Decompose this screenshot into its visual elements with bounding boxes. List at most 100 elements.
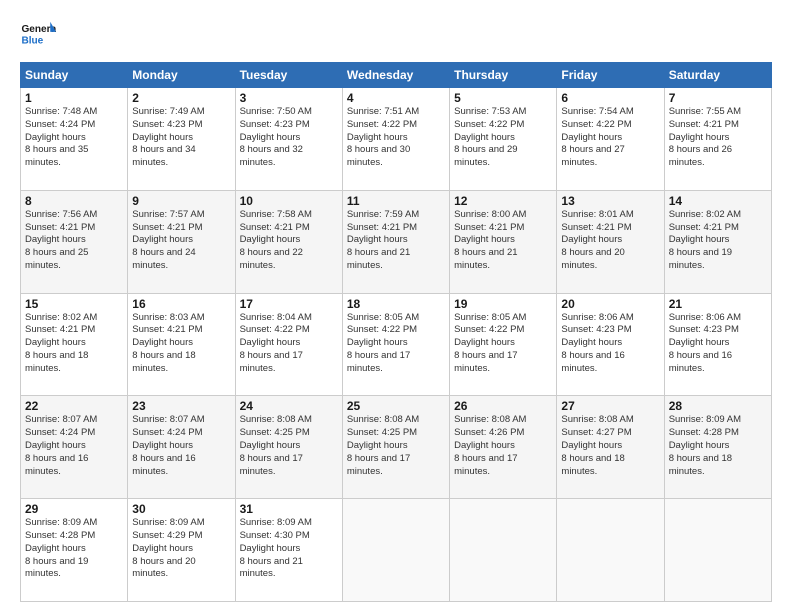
day-number: 16	[132, 297, 230, 311]
calendar-cell	[450, 499, 557, 602]
calendar-table: SundayMondayTuesdayWednesdayThursdayFrid…	[20, 62, 772, 602]
day-info: Sunrise: 8:05 AMSunset: 4:22 PMDaylight …	[454, 312, 552, 376]
day-info: Sunrise: 8:08 AMSunset: 4:26 PMDaylight …	[454, 414, 552, 478]
weekday-header-row: SundayMondayTuesdayWednesdayThursdayFrid…	[21, 63, 772, 88]
calendar-week-2: 8Sunrise: 7:56 AMSunset: 4:21 PMDaylight…	[21, 190, 772, 293]
calendar-cell: 20Sunrise: 8:06 AMSunset: 4:23 PMDayligh…	[557, 293, 664, 396]
calendar-cell: 13Sunrise: 8:01 AMSunset: 4:21 PMDayligh…	[557, 190, 664, 293]
day-info: Sunrise: 7:51 AMSunset: 4:22 PMDaylight …	[347, 106, 445, 170]
day-number: 8	[25, 194, 123, 208]
day-number: 12	[454, 194, 552, 208]
day-info: Sunrise: 7:49 AMSunset: 4:23 PMDaylight …	[132, 106, 230, 170]
day-number: 20	[561, 297, 659, 311]
weekday-header-thursday: Thursday	[450, 63, 557, 88]
day-number: 28	[669, 399, 767, 413]
day-number: 9	[132, 194, 230, 208]
calendar-cell: 7Sunrise: 7:55 AMSunset: 4:21 PMDaylight…	[664, 88, 771, 191]
calendar-week-5: 29Sunrise: 8:09 AMSunset: 4:28 PMDayligh…	[21, 499, 772, 602]
day-info: Sunrise: 8:09 AMSunset: 4:30 PMDaylight …	[240, 517, 338, 581]
day-info: Sunrise: 7:56 AMSunset: 4:21 PMDaylight …	[25, 209, 123, 273]
weekday-header-saturday: Saturday	[664, 63, 771, 88]
day-number: 1	[25, 91, 123, 105]
calendar-week-4: 22Sunrise: 8:07 AMSunset: 4:24 PMDayligh…	[21, 396, 772, 499]
day-number: 5	[454, 91, 552, 105]
logo: General Blue	[20, 16, 56, 52]
day-number: 25	[347, 399, 445, 413]
weekday-header-sunday: Sunday	[21, 63, 128, 88]
calendar-cell: 26Sunrise: 8:08 AMSunset: 4:26 PMDayligh…	[450, 396, 557, 499]
calendar-cell: 30Sunrise: 8:09 AMSunset: 4:29 PMDayligh…	[128, 499, 235, 602]
calendar-cell: 28Sunrise: 8:09 AMSunset: 4:28 PMDayligh…	[664, 396, 771, 499]
svg-text:Blue: Blue	[21, 35, 43, 46]
calendar-cell: 22Sunrise: 8:07 AMSunset: 4:24 PMDayligh…	[21, 396, 128, 499]
logo-icon: General Blue	[20, 16, 56, 52]
day-info: Sunrise: 7:59 AMSunset: 4:21 PMDaylight …	[347, 209, 445, 273]
day-number: 29	[25, 502, 123, 516]
calendar-cell: 29Sunrise: 8:09 AMSunset: 4:28 PMDayligh…	[21, 499, 128, 602]
day-number: 27	[561, 399, 659, 413]
day-number: 26	[454, 399, 552, 413]
day-number: 19	[454, 297, 552, 311]
day-info: Sunrise: 8:08 AMSunset: 4:25 PMDaylight …	[347, 414, 445, 478]
day-number: 10	[240, 194, 338, 208]
day-number: 21	[669, 297, 767, 311]
day-number: 23	[132, 399, 230, 413]
calendar-cell: 18Sunrise: 8:05 AMSunset: 4:22 PMDayligh…	[342, 293, 449, 396]
calendar-cell: 19Sunrise: 8:05 AMSunset: 4:22 PMDayligh…	[450, 293, 557, 396]
calendar-cell: 27Sunrise: 8:08 AMSunset: 4:27 PMDayligh…	[557, 396, 664, 499]
weekday-header-tuesday: Tuesday	[235, 63, 342, 88]
day-info: Sunrise: 7:50 AMSunset: 4:23 PMDaylight …	[240, 106, 338, 170]
day-info: Sunrise: 8:03 AMSunset: 4:21 PMDaylight …	[132, 312, 230, 376]
day-info: Sunrise: 8:07 AMSunset: 4:24 PMDaylight …	[132, 414, 230, 478]
calendar-cell: 25Sunrise: 8:08 AMSunset: 4:25 PMDayligh…	[342, 396, 449, 499]
calendar-cell: 9Sunrise: 7:57 AMSunset: 4:21 PMDaylight…	[128, 190, 235, 293]
calendar-cell: 31Sunrise: 8:09 AMSunset: 4:30 PMDayligh…	[235, 499, 342, 602]
day-number: 11	[347, 194, 445, 208]
calendar-cell: 11Sunrise: 7:59 AMSunset: 4:21 PMDayligh…	[342, 190, 449, 293]
day-info: Sunrise: 8:02 AMSunset: 4:21 PMDaylight …	[669, 209, 767, 273]
day-number: 14	[669, 194, 767, 208]
calendar-cell: 12Sunrise: 8:00 AMSunset: 4:21 PMDayligh…	[450, 190, 557, 293]
calendar-cell: 21Sunrise: 8:06 AMSunset: 4:23 PMDayligh…	[664, 293, 771, 396]
calendar-cell: 10Sunrise: 7:58 AMSunset: 4:21 PMDayligh…	[235, 190, 342, 293]
day-number: 24	[240, 399, 338, 413]
day-info: Sunrise: 8:07 AMSunset: 4:24 PMDaylight …	[25, 414, 123, 478]
day-info: Sunrise: 7:55 AMSunset: 4:21 PMDaylight …	[669, 106, 767, 170]
day-number: 15	[25, 297, 123, 311]
calendar-cell: 15Sunrise: 8:02 AMSunset: 4:21 PMDayligh…	[21, 293, 128, 396]
day-info: Sunrise: 7:48 AMSunset: 4:24 PMDaylight …	[25, 106, 123, 170]
calendar-cell: 1Sunrise: 7:48 AMSunset: 4:24 PMDaylight…	[21, 88, 128, 191]
calendar-cell: 3Sunrise: 7:50 AMSunset: 4:23 PMDaylight…	[235, 88, 342, 191]
weekday-header-friday: Friday	[557, 63, 664, 88]
day-info: Sunrise: 8:04 AMSunset: 4:22 PMDaylight …	[240, 312, 338, 376]
day-number: 17	[240, 297, 338, 311]
calendar-cell: 4Sunrise: 7:51 AMSunset: 4:22 PMDaylight…	[342, 88, 449, 191]
day-number: 13	[561, 194, 659, 208]
day-number: 2	[132, 91, 230, 105]
day-info: Sunrise: 8:06 AMSunset: 4:23 PMDaylight …	[669, 312, 767, 376]
calendar-cell	[342, 499, 449, 602]
page: General Blue SundayMondayTuesdayWednesda…	[0, 0, 792, 612]
calendar-cell: 8Sunrise: 7:56 AMSunset: 4:21 PMDaylight…	[21, 190, 128, 293]
day-info: Sunrise: 8:01 AMSunset: 4:21 PMDaylight …	[561, 209, 659, 273]
calendar-week-1: 1Sunrise: 7:48 AMSunset: 4:24 PMDaylight…	[21, 88, 772, 191]
day-number: 31	[240, 502, 338, 516]
calendar-cell: 24Sunrise: 8:08 AMSunset: 4:25 PMDayligh…	[235, 396, 342, 499]
calendar-cell	[664, 499, 771, 602]
day-info: Sunrise: 8:00 AMSunset: 4:21 PMDaylight …	[454, 209, 552, 273]
calendar-cell: 2Sunrise: 7:49 AMSunset: 4:23 PMDaylight…	[128, 88, 235, 191]
day-number: 30	[132, 502, 230, 516]
day-info: Sunrise: 7:53 AMSunset: 4:22 PMDaylight …	[454, 106, 552, 170]
calendar-cell: 17Sunrise: 8:04 AMSunset: 4:22 PMDayligh…	[235, 293, 342, 396]
day-number: 6	[561, 91, 659, 105]
day-info: Sunrise: 8:09 AMSunset: 4:28 PMDaylight …	[669, 414, 767, 478]
calendar-cell: 5Sunrise: 7:53 AMSunset: 4:22 PMDaylight…	[450, 88, 557, 191]
day-info: Sunrise: 8:09 AMSunset: 4:29 PMDaylight …	[132, 517, 230, 581]
day-number: 22	[25, 399, 123, 413]
calendar-cell: 16Sunrise: 8:03 AMSunset: 4:21 PMDayligh…	[128, 293, 235, 396]
calendar-cell: 14Sunrise: 8:02 AMSunset: 4:21 PMDayligh…	[664, 190, 771, 293]
day-info: Sunrise: 7:54 AMSunset: 4:22 PMDaylight …	[561, 106, 659, 170]
calendar-week-3: 15Sunrise: 8:02 AMSunset: 4:21 PMDayligh…	[21, 293, 772, 396]
day-number: 3	[240, 91, 338, 105]
day-number: 7	[669, 91, 767, 105]
